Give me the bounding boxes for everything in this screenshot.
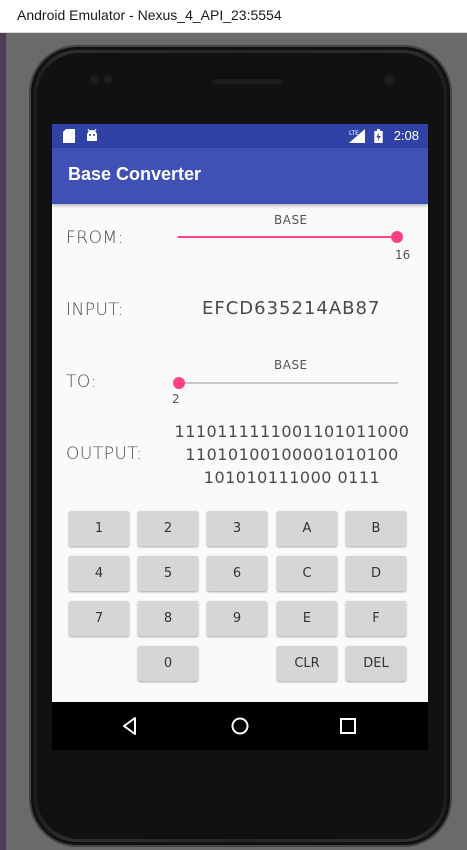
key-4[interactable]: 4 xyxy=(69,556,129,591)
output-label: OUTPUT: xyxy=(66,444,143,464)
status-time: 2:08 xyxy=(393,128,419,143)
key-7[interactable]: 7 xyxy=(69,601,129,636)
key-d[interactable]: D xyxy=(346,556,406,591)
to-base-caption: BASE xyxy=(274,358,308,372)
key-6[interactable]: 6 xyxy=(207,556,267,591)
key-9[interactable]: 9 xyxy=(207,601,267,636)
sensor-icon xyxy=(90,75,99,84)
key-2[interactable]: 2 xyxy=(138,511,198,546)
from-base-slider-thumb[interactable] xyxy=(391,231,403,243)
key-c[interactable]: C xyxy=(277,556,337,591)
android-debug-icon xyxy=(87,129,97,141)
emulator-window-title: Android Emulator - Nexus_4_API_23:5554 xyxy=(17,7,282,23)
sd-card-icon xyxy=(63,129,75,143)
from-label: FROM: xyxy=(66,228,124,248)
input-label: INPUT: xyxy=(66,300,124,320)
app-toolbar: Base Converter xyxy=(52,148,428,204)
key-1[interactable]: 1 xyxy=(69,511,129,546)
battery-charging-icon xyxy=(374,129,383,143)
key-f[interactable]: F xyxy=(346,601,406,636)
sensor-icon xyxy=(104,75,113,84)
back-icon[interactable] xyxy=(118,714,142,738)
key-3[interactable]: 3 xyxy=(207,511,267,546)
key-0[interactable]: 0 xyxy=(138,646,198,681)
recents-icon[interactable] xyxy=(336,714,360,738)
home-icon[interactable] xyxy=(228,714,252,738)
from-base-caption: BASE xyxy=(274,213,308,227)
device-screen: LTE 2:08 Base Converter FROM: BASE 16 IN… xyxy=(52,124,428,750)
to-base-value: 2 xyxy=(172,392,180,406)
clear-button[interactable]: CLR xyxy=(277,646,337,681)
from-base-value: 16 xyxy=(395,248,411,262)
status-bar: LTE 2:08 xyxy=(52,124,428,148)
signal-lte-icon: LTE xyxy=(349,129,365,143)
navigation-bar xyxy=(52,702,428,750)
output-line: 101010111000 0111 xyxy=(203,468,381,487)
earpiece-speaker xyxy=(211,77,283,84)
emulator-title-bar: Android Emulator - Nexus_4_API_23:5554 xyxy=(0,0,467,33)
input-value[interactable]: EFCD635214AB87 xyxy=(202,298,380,319)
from-base-slider[interactable] xyxy=(178,236,398,238)
to-label: TO: xyxy=(66,372,97,392)
front-camera-icon xyxy=(382,73,396,87)
to-base-slider[interactable] xyxy=(178,382,398,384)
key-8[interactable]: 8 xyxy=(138,601,198,636)
output-value: 1110111111001101011000 11010100100001010… xyxy=(167,420,417,489)
key-b[interactable]: B xyxy=(346,511,406,546)
output-line: 11010100100001010100 xyxy=(185,445,399,464)
output-line: 1110111111001101011000 xyxy=(174,422,410,441)
to-base-slider-thumb[interactable] xyxy=(173,377,185,389)
key-e[interactable]: E xyxy=(277,601,337,636)
delete-button[interactable]: DEL xyxy=(346,646,406,681)
key-a[interactable]: A xyxy=(277,511,337,546)
key-5[interactable]: 5 xyxy=(138,556,198,591)
svg-text:LTE: LTE xyxy=(349,130,359,137)
app-title: Base Converter xyxy=(68,164,202,184)
